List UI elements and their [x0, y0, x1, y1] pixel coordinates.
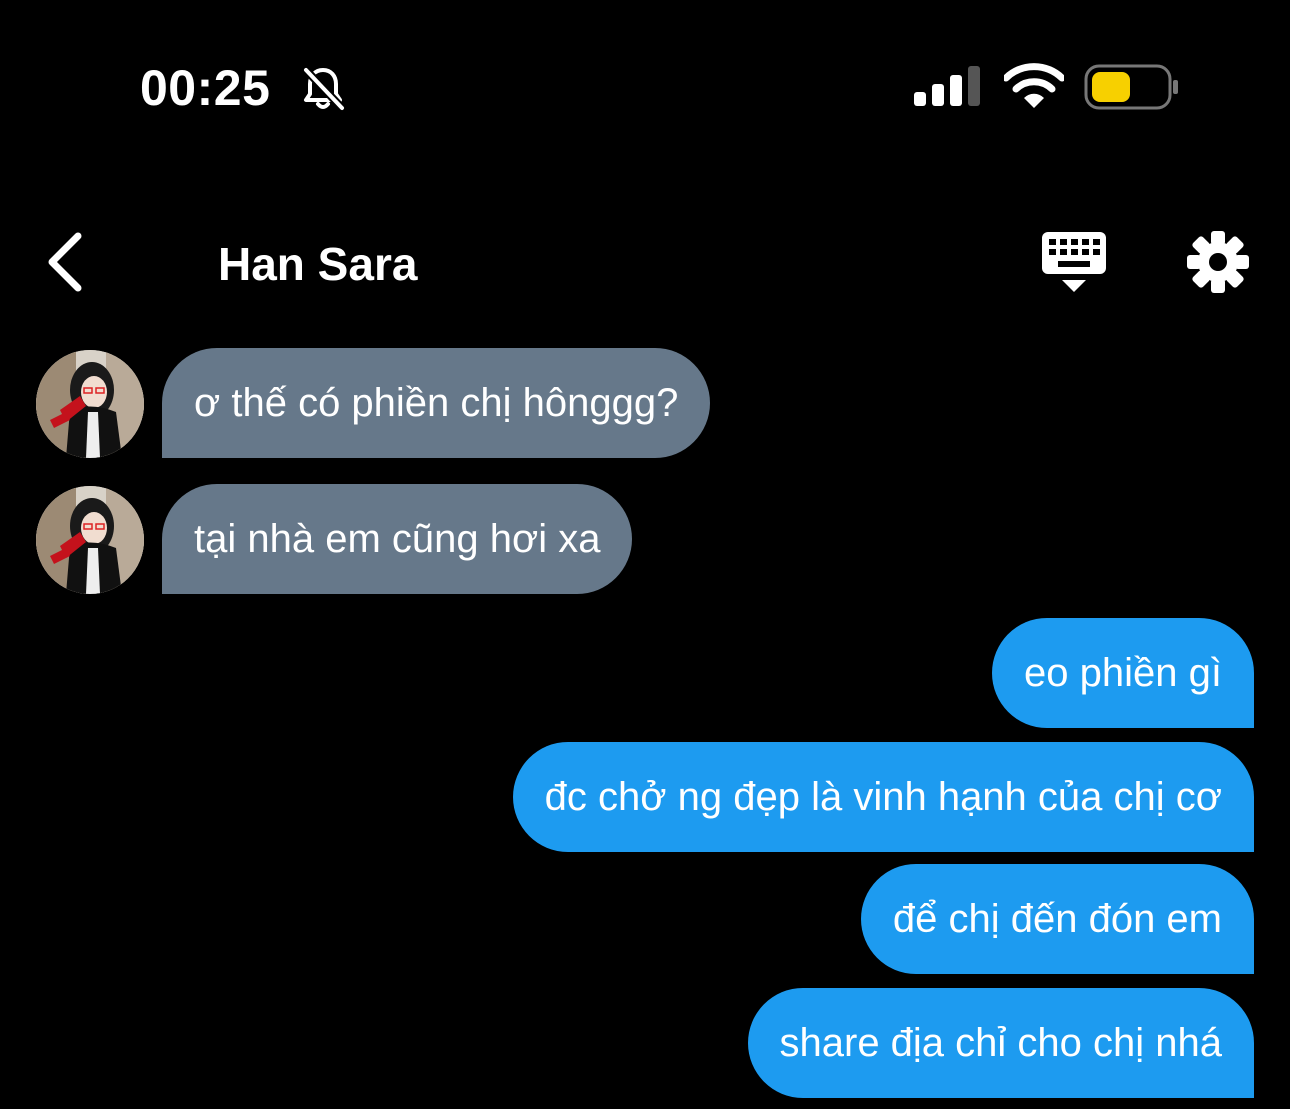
wifi-icon: [1004, 63, 1064, 108]
message-bubble-outgoing[interactable]: share địa chỉ cho chị nhá: [747, 988, 1254, 1098]
avatar-photo: [36, 486, 144, 594]
avatar-photo: [36, 350, 144, 458]
cellular-signal-icon: [914, 66, 980, 106]
conversation-title[interactable]: Han Sara: [218, 236, 417, 292]
status-time: 00:25: [140, 60, 271, 116]
gear-icon[interactable]: [1186, 230, 1250, 294]
message-bubble-incoming[interactable]: ơ thế có phiền chị hônggg?: [162, 348, 711, 458]
message-bubble-outgoing[interactable]: eo phiền gì: [992, 618, 1254, 728]
message-bubble-incoming[interactable]: tại nhà em cũng hơi xa: [162, 484, 633, 594]
bell-slash-icon: [303, 67, 345, 111]
message-bubble-outgoing[interactable]: đc chở ng đẹp là vinh hạnh của chị cơ: [512, 742, 1254, 852]
message-bubble-outgoing[interactable]: để chị đến đón em: [860, 864, 1254, 974]
chevron-left-icon[interactable]: [40, 230, 92, 294]
status-bar: 00:25: [0, 0, 1290, 150]
battery-icon: [1084, 64, 1178, 110]
chat-header: Han Sara: [0, 200, 1290, 320]
avatar[interactable]: [36, 486, 144, 594]
keyboard-hide-icon[interactable]: [1040, 230, 1108, 296]
avatar[interactable]: [36, 350, 144, 458]
